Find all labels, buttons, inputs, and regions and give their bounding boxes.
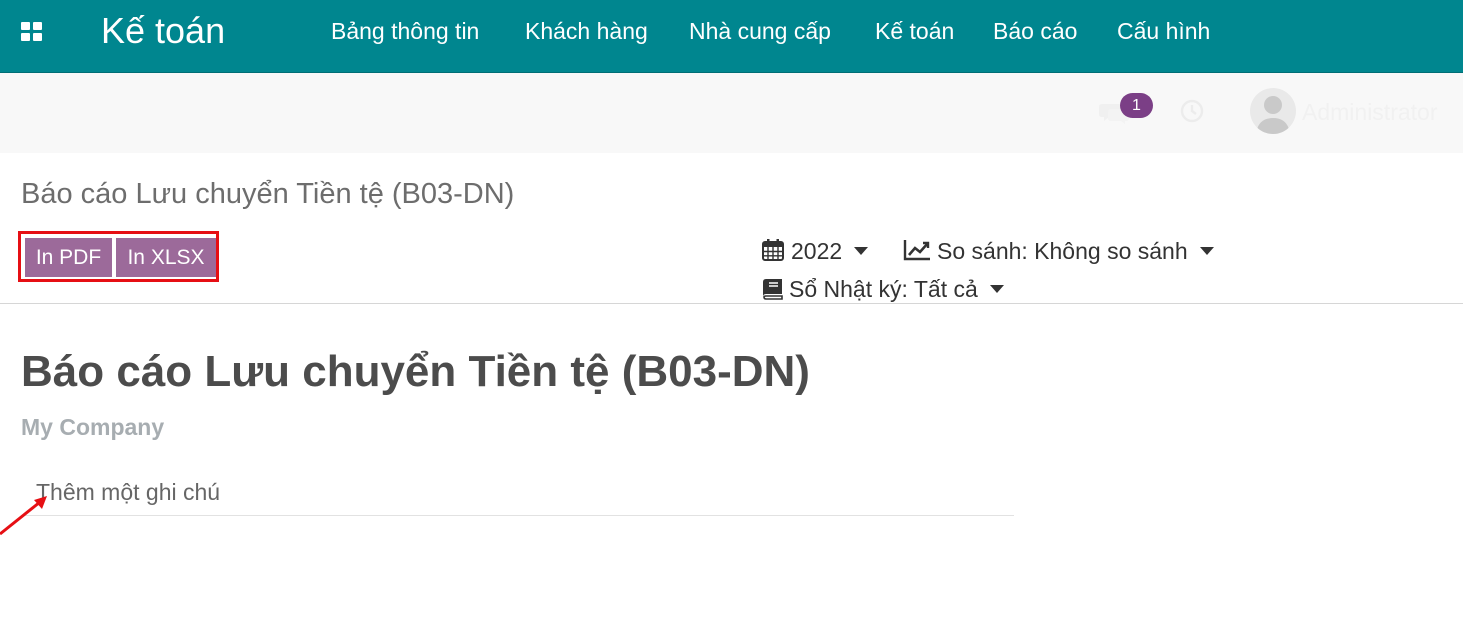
menu-item-reporting[interactable]: Báo cáo xyxy=(993,18,1077,45)
menu-item-configuration[interactable]: Cấu hình xyxy=(1117,18,1210,45)
menu-item-dashboard[interactable]: Bảng thông tin xyxy=(331,18,479,45)
menu-item-vendors[interactable]: Nhà cung cấp xyxy=(689,18,831,45)
add-note-placeholder: Thêm một ghi chú xyxy=(36,479,221,505)
messages-badge[interactable]: 1 xyxy=(1120,93,1153,118)
add-note-field[interactable]: Thêm một ghi chú xyxy=(21,477,1014,516)
menu-item-customers[interactable]: Khách hàng xyxy=(525,18,648,45)
comparison-filter[interactable]: So sánh: Không so sánh xyxy=(903,238,1214,265)
period-filter-label: 2022 xyxy=(791,238,843,264)
print-xlsx-button[interactable]: In XLSX xyxy=(116,238,216,277)
chevron-down-icon xyxy=(989,285,1004,293)
calendar-icon xyxy=(762,239,784,261)
user-avatar[interactable] xyxy=(1250,88,1296,134)
book-icon xyxy=(763,279,783,300)
company-name: My Company xyxy=(21,414,165,440)
print-pdf-button[interactable]: In PDF xyxy=(25,238,112,277)
breadcrumb: Báo cáo Lưu chuyển Tiền tệ (B03-DN) xyxy=(21,178,515,210)
main-navbar: Kế toán Bảng thông tin Khách hàng Nhà cu… xyxy=(0,0,1463,73)
comparison-filter-label: So sánh: Không so sánh xyxy=(937,238,1188,264)
app-title: Kế toán xyxy=(101,10,226,51)
print-buttons-highlight: In PDF In XLSX xyxy=(18,231,219,282)
chevron-down-icon xyxy=(854,247,869,255)
control-bar xyxy=(0,73,1463,153)
chevron-down-icon xyxy=(1199,247,1214,255)
report-title: Báo cáo Lưu chuyển Tiền tệ (B03-DN) xyxy=(21,347,810,396)
clock-icon[interactable] xyxy=(1180,99,1204,123)
period-filter[interactable]: 2022 xyxy=(761,238,869,265)
journals-filter[interactable]: Sổ Nhật ký: Tất cả xyxy=(761,276,1004,303)
control-panel-divider xyxy=(0,303,1463,304)
apps-grid-icon[interactable] xyxy=(21,22,43,42)
menu-item-accounting[interactable]: Kế toán xyxy=(875,18,954,45)
annotation-arrow-icon xyxy=(0,496,47,536)
journals-filter-label: Sổ Nhật ký: Tất cả xyxy=(789,276,978,302)
line-chart-icon xyxy=(903,240,930,261)
user-name[interactable]: Administrator xyxy=(1302,99,1437,126)
